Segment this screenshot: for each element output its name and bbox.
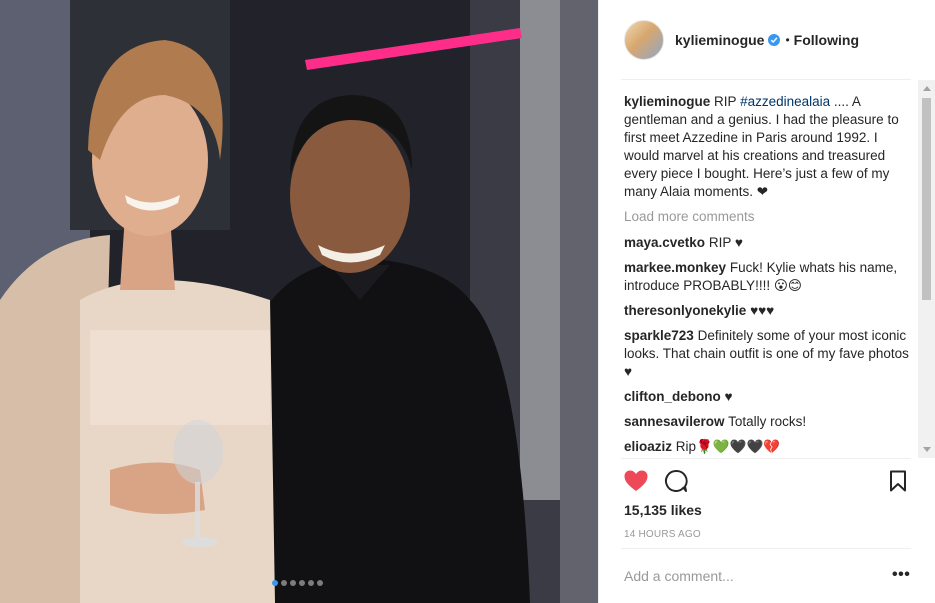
comment-username[interactable]: theresonlyonekylie bbox=[624, 303, 746, 318]
photo-illustration bbox=[0, 0, 598, 603]
carousel-dot[interactable] bbox=[281, 580, 287, 586]
comment-text: RIP ♥ bbox=[708, 235, 743, 250]
comment-text: Rip🌹💚🖤🖤💔 bbox=[675, 439, 781, 454]
post-caption: kylieminogue RIP #azzedinealaia .... A g… bbox=[624, 93, 910, 201]
likes-count[interactable]: 15,135 likes bbox=[624, 502, 702, 518]
comment-username[interactable]: sannesavilerow bbox=[624, 414, 725, 429]
post-header: kylieminogue • Following bbox=[599, 0, 935, 80]
comment-item: maya.cvetko RIP ♥ bbox=[624, 234, 910, 252]
comment-bubble-icon bbox=[665, 470, 688, 492]
comment-item: clifton_debono ♥ bbox=[624, 388, 910, 406]
comment-text: Totally rocks! bbox=[728, 414, 807, 429]
avatar[interactable] bbox=[624, 20, 664, 60]
header-separator: • bbox=[785, 33, 790, 47]
following-button[interactable]: Following bbox=[794, 32, 859, 48]
post-details-panel: kylieminogue • Following kylieminogue RI… bbox=[598, 0, 935, 603]
comment-username[interactable]: sparkle723 bbox=[624, 328, 694, 343]
save-button[interactable] bbox=[883, 466, 913, 496]
comment-text: ♥ bbox=[724, 389, 733, 404]
comment-button[interactable] bbox=[661, 466, 691, 496]
post-photo[interactable] bbox=[0, 0, 598, 603]
caption-username[interactable]: kylieminogue bbox=[624, 94, 710, 109]
comments-scrollbar[interactable] bbox=[918, 80, 935, 458]
comments-list[interactable]: kylieminogue RIP #azzedinealaia .... A g… bbox=[599, 80, 935, 458]
comment-username[interactable]: maya.cvetko bbox=[624, 235, 705, 250]
comment-item: sannesavilerow Totally rocks! bbox=[624, 413, 910, 431]
caption-hashtag-link[interactable]: #azzedinealaia bbox=[740, 94, 830, 109]
load-more-comments-link[interactable]: Load more comments bbox=[624, 208, 910, 226]
bookmark-icon bbox=[890, 470, 906, 492]
scroll-down-arrow-icon[interactable] bbox=[923, 447, 931, 452]
add-comment-input[interactable] bbox=[624, 566, 874, 586]
carousel-dot[interactable] bbox=[317, 580, 323, 586]
scroll-up-arrow-icon[interactable] bbox=[923, 86, 931, 91]
post-timestamp[interactable]: 14 HOURS AGO bbox=[624, 529, 701, 540]
heart-icon bbox=[624, 470, 648, 491]
post-author-username[interactable]: kylieminogue bbox=[675, 32, 764, 48]
actions-divider bbox=[621, 458, 911, 459]
caption-lead: RIP bbox=[714, 94, 737, 109]
comment-username[interactable]: markee.monkey bbox=[624, 260, 726, 275]
like-button[interactable] bbox=[621, 466, 651, 496]
comment-items: maya.cvetko RIP ♥ markee.monkey Fuck! Kyl… bbox=[624, 234, 910, 456]
comment-item: theresonlyonekylie ♥♥♥ bbox=[624, 302, 910, 320]
carousel-dot[interactable] bbox=[299, 580, 305, 586]
comment-item: elioaziz Rip🌹💚🖤🖤💔 bbox=[624, 438, 910, 456]
more-options-button[interactable]: ••• bbox=[892, 566, 910, 584]
comment-username[interactable]: clifton_debono bbox=[624, 389, 721, 404]
comment-item: sparkle723 Definitely some of your most … bbox=[624, 327, 910, 381]
carousel-dot[interactable] bbox=[308, 580, 314, 586]
caption-text: .... A gentleman and a genius. I had the… bbox=[624, 94, 899, 199]
verified-badge-icon bbox=[768, 34, 781, 46]
comment-item: markee.monkey Fuck! Kylie whats his name… bbox=[624, 259, 910, 295]
carousel-indicator bbox=[272, 580, 323, 586]
add-comment-divider bbox=[621, 548, 911, 549]
carousel-dot[interactable] bbox=[290, 580, 296, 586]
scrollbar-thumb[interactable] bbox=[922, 98, 931, 300]
post-actions-bar bbox=[621, 466, 913, 498]
comment-text: ♥♥♥ bbox=[750, 303, 775, 318]
carousel-dot[interactable] bbox=[272, 580, 278, 586]
comment-username[interactable]: elioaziz bbox=[624, 439, 672, 454]
